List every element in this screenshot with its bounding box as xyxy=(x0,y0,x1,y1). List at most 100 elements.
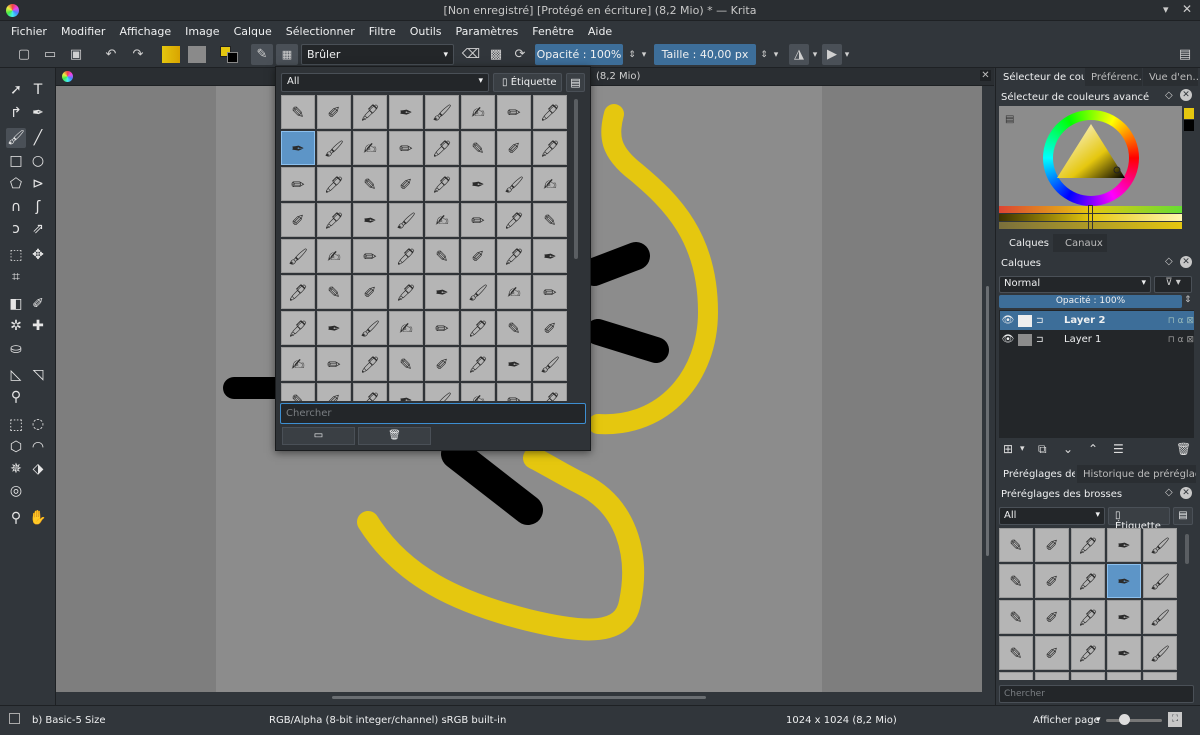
popup-brush-preset-icon[interactable]: ✐ xyxy=(461,239,495,273)
layer-blend-select[interactable]: Normal ▾ xyxy=(999,276,1151,293)
tab-preferences[interactable]: Préférenc… xyxy=(1085,68,1142,86)
popup-brush-preset-icon[interactable]: ✍ xyxy=(353,131,387,165)
docked-brush-preset-icon[interactable]: ✒ xyxy=(1107,528,1141,562)
horizontal-scrollbar[interactable] xyxy=(56,692,982,705)
docked-brush-preset-icon[interactable]: ✎ xyxy=(999,600,1033,634)
popup-brush-preset-icon[interactable]: ✎ xyxy=(497,311,531,345)
contiguous-select-icon[interactable]: ✵ xyxy=(6,459,26,479)
text-tool-icon[interactable]: T xyxy=(28,80,48,100)
popup-brush-preset-icon[interactable]: 🖊 xyxy=(281,275,315,309)
docked-brush-preset-icon[interactable]: 🖌 xyxy=(1143,564,1177,598)
docked-brush-preset-icon[interactable]: ✒ xyxy=(1107,600,1141,634)
layer-name[interactable]: Layer 2 xyxy=(1064,315,1105,326)
popup-menu-icon[interactable]: ▤ xyxy=(566,73,585,92)
import-preset-button[interactable]: ▭ xyxy=(282,427,355,445)
move-tool-icon[interactable]: ✥ xyxy=(28,245,48,265)
transform-tool-icon[interactable]: ⬚ xyxy=(6,245,26,265)
preset-menu-icon[interactable]: ▤ xyxy=(1173,507,1193,525)
docked-brush-preset-icon[interactable]: ✐ xyxy=(1035,672,1069,680)
docked-grid-scrollbar[interactable] xyxy=(1185,534,1189,564)
docked-brush-preset-icon[interactable]: ✐ xyxy=(1035,528,1069,562)
preset-tag-select[interactable]: All ▾ xyxy=(999,507,1105,525)
tab-overview[interactable]: Vue d'en… xyxy=(1143,68,1198,86)
float-panel-icon[interactable]: ◇ xyxy=(1165,256,1173,267)
popup-brush-preset-icon[interactable]: 🖊 xyxy=(317,167,351,201)
popup-brush-preset-icon[interactable]: ✐ xyxy=(497,131,531,165)
popup-brush-preset-icon[interactable]: ✒ xyxy=(389,383,423,401)
popup-brush-preset-icon[interactable]: 🖌 xyxy=(461,275,495,309)
popup-brush-preset-icon[interactable]: ✎ xyxy=(533,203,567,237)
brush-presets-icon[interactable]: ▦ xyxy=(276,44,298,65)
blend-mode-select[interactable]: Brûler ▾ xyxy=(301,44,454,65)
color-picker-icon[interactable]: ✐ xyxy=(28,294,48,314)
popup-brush-preset-icon[interactable]: ✏ xyxy=(353,239,387,273)
docked-brush-preset-icon[interactable]: ✎ xyxy=(999,636,1033,670)
float-panel-icon[interactable]: ◇ xyxy=(1165,487,1173,498)
docked-brush-preset-icon[interactable]: ✒ xyxy=(1107,636,1141,670)
color-settings-icon[interactable]: ▤ xyxy=(1005,114,1014,125)
popup-brush-preset-icon[interactable]: 🖋 xyxy=(353,95,387,129)
popup-brush-preset-icon[interactable]: ✍ xyxy=(461,383,495,401)
popup-brush-preset-icon[interactable]: ✍ xyxy=(389,311,423,345)
close-panel-icon[interactable]: ✕ xyxy=(1180,487,1192,499)
chevron-down-icon[interactable]: ▾ xyxy=(842,44,852,65)
pan-tool-icon[interactable]: ✋ xyxy=(28,508,48,528)
popup-brush-preset-icon[interactable]: ✒ xyxy=(281,131,315,165)
polygon-select-icon[interactable]: ⬡ xyxy=(6,437,26,457)
menu-aide[interactable]: Aide xyxy=(581,25,619,38)
fullscreen-icon[interactable]: ⛶ xyxy=(1168,712,1182,727)
popup-brush-preset-icon[interactable]: ✏ xyxy=(461,203,495,237)
popup-brush-preset-icon[interactable]: 🖌 xyxy=(425,383,459,401)
layer-opacity-slider[interactable]: Opacité : 100% xyxy=(999,295,1182,308)
smart-patch-icon[interactable]: ✲ xyxy=(6,316,26,336)
ellipse-select-icon[interactable]: ◌ xyxy=(28,414,48,434)
vertical-scroll-handle[interactable] xyxy=(986,286,989,556)
layer-filter-button[interactable]: ⊽ ▾ xyxy=(1154,276,1192,293)
popup-brush-preset-icon[interactable]: 🖋 xyxy=(281,311,315,345)
preset-grid-scrollbar[interactable] xyxy=(574,99,578,259)
tag-button[interactable]: ▯ Étiquette xyxy=(493,73,562,92)
tab-layers[interactable]: Calques xyxy=(997,234,1052,252)
polyline-tool-icon[interactable]: ⊳ xyxy=(28,174,48,194)
docked-brush-preset-icon[interactable]: 🖌 xyxy=(1143,528,1177,562)
lock-icon[interactable]: ⊓ ⍺ ⊠ xyxy=(1168,335,1194,345)
menu-filtre[interactable]: Filtre xyxy=(362,25,403,38)
close-panel-icon[interactable]: ✕ xyxy=(1180,256,1192,268)
preset-tag-button[interactable]: ▯ Étiquette xyxy=(1108,507,1170,532)
menu-fenetre[interactable]: Fenêtre xyxy=(525,25,581,38)
popup-brush-preset-icon[interactable]: 🖌 xyxy=(353,311,387,345)
calligraphy-icon[interactable]: ✒ xyxy=(28,103,48,123)
popup-brush-preset-icon[interactable]: 🖊 xyxy=(425,131,459,165)
popup-brush-preset-icon[interactable]: 🖊 xyxy=(353,347,387,381)
pattern-swatch[interactable] xyxy=(188,46,206,63)
popup-brush-preset-icon[interactable]: ✐ xyxy=(281,203,315,237)
tag-filter-select[interactable]: All ▾ xyxy=(281,73,489,92)
popup-brush-preset-icon[interactable]: ✎ xyxy=(281,95,315,129)
chevron-down-icon[interactable]: ▾ xyxy=(810,44,820,65)
popup-brush-preset-icon[interactable]: ✏ xyxy=(281,167,315,201)
popup-brush-preset-icon[interactable]: ✏ xyxy=(425,311,459,345)
menu-fichier[interactable]: Fichier xyxy=(4,25,54,38)
gradient-tool-icon[interactable]: ◧ xyxy=(6,294,26,314)
duplicate-layer-icon[interactable]: ⧉ xyxy=(1038,442,1047,457)
chevron-down-icon[interactable]: ▾ xyxy=(638,44,650,65)
popup-brush-preset-icon[interactable]: ✏ xyxy=(533,275,567,309)
rectangle-tool-icon[interactable]: □ xyxy=(6,151,26,171)
menu-affichage[interactable]: Affichage xyxy=(112,25,178,38)
zoom-select[interactable]: Afficher page xyxy=(1033,715,1100,726)
size-spin-icon[interactable]: ⇕ xyxy=(758,44,770,65)
popup-brush-preset-icon[interactable]: ✎ xyxy=(461,131,495,165)
popup-brush-preset-icon[interactable]: 🖋 xyxy=(497,239,531,273)
vertical-scrollbar[interactable] xyxy=(982,86,994,692)
zoom-tool-icon[interactable]: ⚲ xyxy=(6,508,26,528)
docked-preset-search[interactable]: Chercher xyxy=(999,685,1194,703)
move-layer-up-icon[interactable]: ⌃ xyxy=(1088,442,1098,456)
popup-brush-preset-icon[interactable]: ✍ xyxy=(281,347,315,381)
popup-brush-preset-icon[interactable]: ✏ xyxy=(317,347,351,381)
layer-row-layer-1[interactable]: 👁 ⊐ Layer 1 ⊓ ⍺ ⊠ xyxy=(1000,330,1194,349)
add-layer-icon[interactable]: ⊞ xyxy=(1003,442,1013,456)
opacity-spin-icon[interactable]: ⇕ xyxy=(1184,295,1192,305)
docked-brush-preset-icon[interactable]: ✎ xyxy=(999,528,1033,562)
rect-select-icon[interactable]: ⬚ xyxy=(6,414,26,434)
popup-brush-preset-icon[interactable]: ✎ xyxy=(389,347,423,381)
